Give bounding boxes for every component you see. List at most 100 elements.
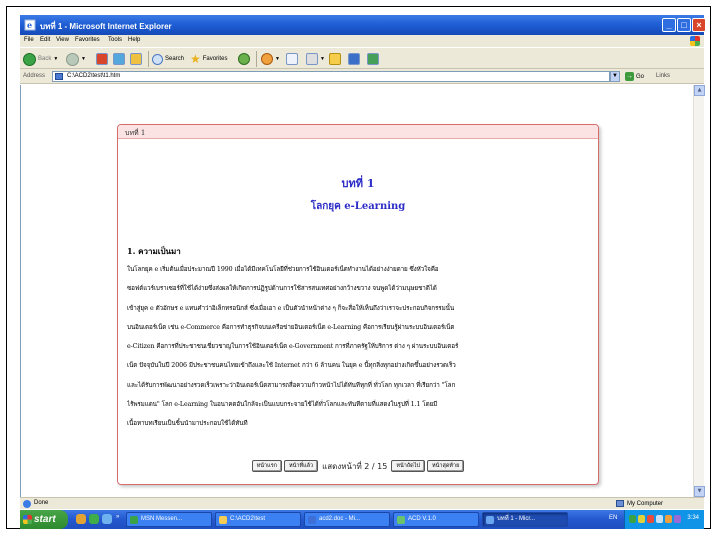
scroll-down-icon[interactable]: ▼: [694, 486, 705, 497]
windows-logo-icon: [690, 36, 700, 46]
favorites-button[interactable]: ★ Favorites: [190, 52, 227, 66]
forward-button[interactable]: ▼: [66, 52, 86, 66]
paragraph-line: บนอินเตอร์เน็ต เช่น e-Commerce คือการทำธ…: [127, 323, 455, 331]
search-label: Search: [165, 56, 185, 62]
prev-page-button[interactable]: หน้าที่แล้ว: [283, 460, 319, 472]
window-title: บทที่ 1 - Microsoft Internet Explorer: [40, 22, 172, 31]
task-explorer[interactable]: C:\ACD2\test: [215, 512, 301, 527]
menu-view[interactable]: View: [56, 37, 69, 43]
tray-antivirus-icon[interactable]: [647, 515, 654, 523]
start-label: start: [34, 514, 56, 525]
maximize-button[interactable]: □: [677, 18, 691, 32]
stop-icon: [96, 53, 108, 65]
folder-icon: [329, 53, 341, 65]
back-button[interactable]: Back ▼: [23, 52, 58, 66]
history-icon: [261, 53, 273, 65]
menu-tools[interactable]: Tools: [108, 37, 122, 43]
task-ie[interactable]: บทที่ 1 - Micr...: [482, 512, 568, 527]
media-icon: [238, 53, 250, 65]
tray-update-icon[interactable]: [665, 515, 672, 523]
address-bar: Address C:\ACD2\test\t1.htm ▼ → Go Links: [20, 69, 704, 84]
paragraph-line: e-Citizen คือการที่ประชาชนเชี่ยวชาญในการ…: [127, 343, 459, 351]
menu-edit[interactable]: Edit: [40, 37, 50, 43]
refresh-icon: [113, 53, 125, 65]
stop-button[interactable]: [96, 52, 108, 66]
folder-icon: [219, 516, 227, 524]
go-button[interactable]: → Go: [625, 71, 649, 82]
page-icon: [55, 73, 63, 80]
quicklaunch-firefox-icon[interactable]: [76, 514, 86, 524]
quicklaunch-ie-icon[interactable]: [102, 514, 112, 524]
vertical-scrollbar[interactable]: ▲ ▼: [693, 85, 705, 497]
toolbar: Back ▼ ▼ Search ★ Favorites ▼ ▼: [20, 47, 704, 69]
tray-app-icon[interactable]: [674, 515, 681, 523]
task-msn[interactable]: MSN Messen...: [126, 512, 212, 527]
home-button[interactable]: [130, 52, 142, 66]
search-button[interactable]: Search: [152, 52, 184, 66]
ie-status-icon: [23, 500, 31, 508]
toolbar-separator: [148, 51, 149, 67]
start-button[interactable]: start: [20, 510, 68, 529]
paragraph-line: ในโลกยุค e เริ่มต้นเมื่อประมาณปี 1990 เม…: [127, 266, 439, 273]
menu-favorites[interactable]: Favorites: [75, 37, 100, 43]
menu-file[interactable]: File: [24, 37, 34, 43]
ie-icon: [486, 516, 494, 524]
paragraph-line: เน็ต ปัจจุบันในปี 2006 มีประชาชนคนไทยเข้…: [127, 362, 456, 370]
title-bar: e บทที่ 1 - Microsoft Internet Explorer …: [20, 15, 706, 35]
links-button[interactable]: Links: [656, 73, 670, 79]
tray-volume-icon[interactable]: [656, 515, 663, 523]
edit-button[interactable]: [329, 52, 341, 66]
messenger-button[interactable]: [367, 52, 379, 66]
refresh-button[interactable]: [113, 52, 125, 66]
history-dropdown-icon: ▼: [275, 56, 280, 62]
next-page-button[interactable]: หน้าถัดไป: [391, 460, 425, 472]
lesson-paragraph: ในโลกยุค e เริ่มต้นเมื่อประมาณปี 1990 เม…: [127, 260, 593, 434]
system-tray: 3:34: [624, 510, 704, 529]
favorites-label: Favorites: [202, 56, 228, 62]
go-label: Go: [636, 73, 645, 80]
security-zone: My Computer: [616, 500, 663, 507]
task-label: C:\ACD2\test: [230, 516, 266, 522]
print-icon: [306, 53, 318, 65]
svg-text:e: e: [27, 20, 32, 30]
search-icon: [152, 53, 163, 65]
taskbar: start » MSN Messen... C:\ACD2\test acd2.…: [20, 510, 704, 529]
task-label: ACD V.1.0: [408, 516, 436, 522]
discuss-button[interactable]: [348, 52, 360, 66]
history-button[interactable]: ▼: [261, 52, 280, 66]
paragraph-line: ไร้พรมแดน" โลก e-Learning ในอนาคตอันใกล้…: [127, 401, 438, 409]
quicklaunch-chevron-icon[interactable]: »: [116, 514, 119, 520]
favorites-star-icon: ★: [190, 52, 201, 66]
close-button[interactable]: ×: [692, 18, 706, 32]
messenger-icon: [367, 53, 379, 65]
last-page-button[interactable]: หน้าสุดท้าย: [426, 460, 465, 472]
status-bar: Done My Computer: [20, 497, 704, 509]
task-acd[interactable]: ACD V.1.0: [393, 512, 479, 527]
windows-flag-icon: [23, 515, 32, 524]
quicklaunch-messenger-icon[interactable]: [89, 514, 99, 524]
address-value: C:\ACD2\test\t1.htm: [67, 73, 121, 79]
address-dropdown-icon[interactable]: ▼: [610, 71, 620, 82]
forward-arrow-icon: [66, 52, 79, 66]
scroll-up-icon[interactable]: ▲: [694, 85, 705, 96]
mail-button[interactable]: [286, 52, 298, 66]
print-button[interactable]: ▼: [306, 52, 325, 66]
task-label: MSN Messen...: [141, 516, 183, 522]
address-input[interactable]: C:\ACD2\test\t1.htm: [52, 71, 610, 82]
tray-network-icon[interactable]: [629, 515, 636, 523]
card-header: บทที่ 1: [118, 125, 598, 139]
media-button[interactable]: [238, 52, 250, 66]
ie-page-icon: e: [24, 19, 36, 31]
discuss-icon: [348, 53, 360, 65]
go-arrow-icon: →: [625, 72, 634, 81]
zone-label: My Computer: [627, 500, 664, 507]
paragraph-line: และได้รับการพัฒนาอย่างรวดเร็วเพราะว่าอิน…: [127, 381, 456, 389]
first-page-button[interactable]: หน้าแรก: [251, 460, 282, 472]
toolbar-separator: [256, 51, 257, 67]
menu-help[interactable]: Help: [128, 37, 140, 43]
language-indicator[interactable]: EN: [609, 515, 617, 521]
minimize-button[interactable]: _: [662, 18, 676, 32]
tray-messenger-icon[interactable]: [638, 515, 645, 523]
task-word[interactable]: acd2.doc - Mi...: [304, 512, 390, 527]
my-computer-icon: [616, 500, 624, 507]
